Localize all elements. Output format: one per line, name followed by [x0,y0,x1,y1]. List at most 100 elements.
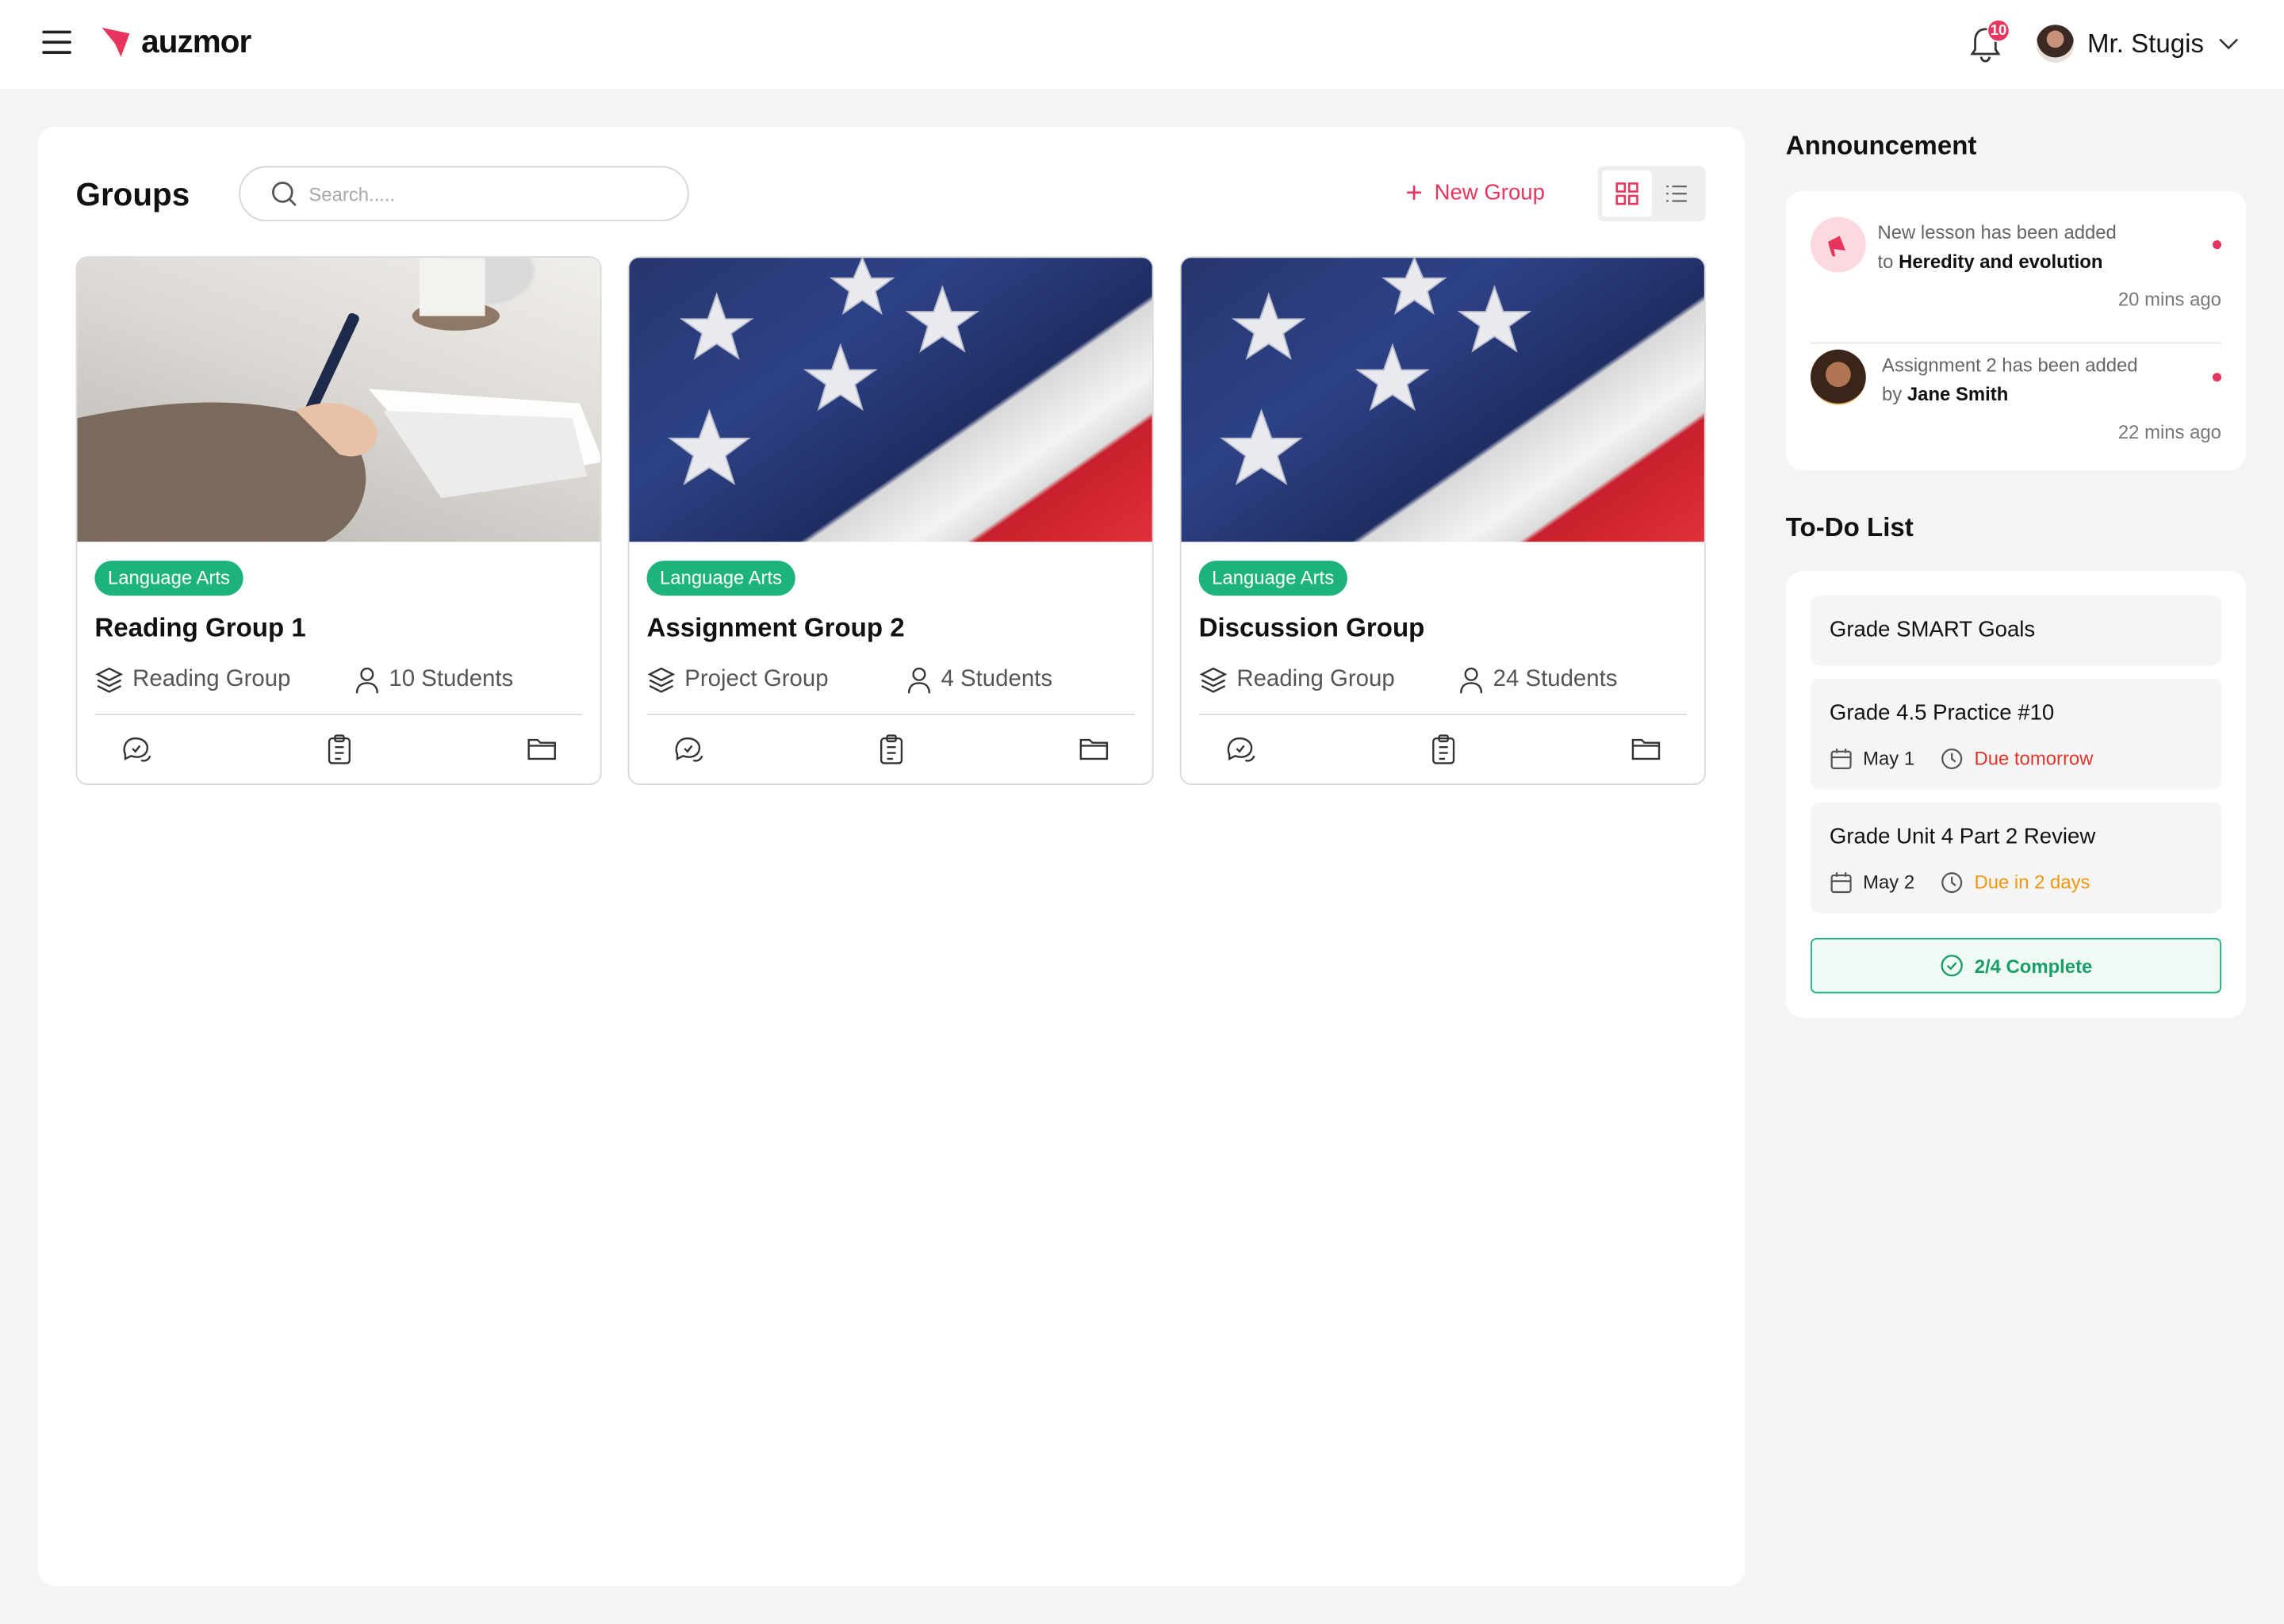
grid-icon [1615,182,1638,205]
chevron-down-icon [2219,38,2239,50]
group-type: Reading Group [94,665,290,696]
divider [1198,713,1687,715]
group-card[interactable]: Language Arts Reading Group 1 Reading Gr… [75,256,602,785]
menu-icon[interactable] [42,30,71,57]
layers-icon [647,667,676,693]
announcement-title: Announcement [1785,131,1977,161]
student-count-label: 4 Students [941,667,1053,692]
group-image [77,258,600,542]
groups-panel: Groups + New Group [37,126,1746,1587]
grid-view-button[interactable] [1602,170,1652,217]
plus-icon: + [1405,178,1423,210]
group-type: Reading Group [1199,665,1395,696]
clipboard-icon[interactable] [1428,733,1459,764]
announcement-prefix: by [1882,383,1903,405]
todo-item-date: May 1 [1863,747,1915,769]
clipboard-icon[interactable] [876,733,907,764]
unread-dot [2212,240,2221,250]
student-count: 24 Students [1458,665,1618,696]
announcement-item[interactable]: New lesson has been added to Heredity an… [1811,213,2221,344]
group-type-label: Project Group [684,667,829,692]
subject-tag: Language Arts [94,561,243,596]
todo-item[interactable]: Grade Unit 4 Part 2 Review May 2 Due in … [1811,802,2221,914]
group-title: Discussion Group [1198,613,1425,642]
chat-icon[interactable] [121,733,152,764]
divider [94,713,583,715]
unread-dot [2212,373,2221,382]
announcement-time: 22 mins ago [2117,420,2221,443]
user-menu[interactable]: Mr. Stugis [2036,23,2239,63]
announcement-item[interactable]: Assignment 2 has been added by Jane Smit… [1811,345,2221,476]
search-icon [272,182,297,206]
todo-item[interactable]: Grade 4.5 Practice #10 May 1 Due tomorro… [1811,678,2221,790]
todo-item[interactable]: Grade SMART Goals [1811,596,2221,666]
group-card[interactable]: Language Arts Assignment Group 2 Project… [627,256,1154,785]
todo-list: Grade SMART Goals Grade 4.5 Practice #10… [1785,570,2247,1018]
list-view-button[interactable] [1652,170,1701,217]
new-group-button[interactable]: + New Group [1405,178,1545,209]
group-card[interactable]: Language Arts Discussion Group Reading G… [1179,256,1706,785]
announcement-prefix: to [1877,250,1894,273]
avatar [1811,349,1866,405]
group-image [629,258,1152,542]
user-icon [1460,667,1483,694]
auzmor-logo-icon [102,27,130,57]
completion-status-button[interactable]: 2/4 Complete [1811,937,2221,994]
avatar [2036,25,2075,63]
clipboard-icon[interactable] [324,733,355,764]
group-image [1181,258,1704,542]
student-count-label: 10 Students [389,667,514,692]
group-cards: Language Arts Reading Group 1 Reading Gr… [75,256,1732,785]
announcement-text: Assignment 2 has been added [1882,354,2138,376]
announcement-time: 20 mins ago [2117,288,2221,311]
notification-count-badge: 10 [1987,18,2010,43]
student-count: 4 Students [906,665,1052,696]
todo-item-meta: May 2 Due in 2 days [1830,870,2090,896]
folder-icon[interactable] [526,733,558,764]
announcement-highlight[interactable]: Jane Smith [1907,383,2008,405]
new-group-label: New Group [1434,180,1545,205]
user-icon [907,667,931,694]
due-label: Due tomorrow [1974,747,2094,769]
student-count: 10 Students [354,665,513,696]
user-name: Mr. Stugis [2087,29,2204,59]
notifications-bell-icon[interactable]: 10 [1968,18,2010,65]
announcement-list: New lesson has been added to Heredity an… [1785,190,2247,471]
divider [646,713,1135,715]
group-title: Reading Group 1 [94,613,306,642]
announcement-highlight[interactable]: Heredity and evolution [1899,251,2102,273]
subject-tag: Language Arts [1198,561,1347,596]
clock-icon [1941,748,1963,769]
announcement-text: New lesson has been added [1877,221,2117,243]
todo-item-title: Grade 4.5 Practice #10 [1829,700,2055,726]
logo-text: auzmor [141,23,251,60]
due-label: Due in 2 days [1974,871,2090,893]
due-status: Due in 2 days [1941,870,2090,896]
todo-item-date: May 2 [1863,871,1915,893]
chat-icon[interactable] [1225,733,1257,764]
search-input[interactable] [308,182,659,205]
folder-icon[interactable] [1078,733,1109,764]
folder-icon[interactable] [1630,733,1661,764]
view-toggle [1597,166,1706,222]
completion-label: 2/4 Complete [1974,954,2093,977]
check-circle-icon [1940,955,1963,977]
group-type: Project Group [646,665,829,696]
logo[interactable]: auzmor [101,23,251,60]
todo-title: To-Do List [1785,512,1914,542]
chat-icon[interactable] [673,733,705,764]
page-title: Groups [75,176,190,213]
calendar-icon [1830,749,1852,769]
megaphone-icon [1811,216,1866,273]
todo-item-title: Grade Unit 4 Part 2 Review [1829,824,2096,849]
subject-tag: Language Arts [646,561,795,596]
todo-item-meta: May 1 Due tomorrow [1830,745,2093,772]
due-status: Due tomorrow [1941,745,2093,772]
student-count-label: 24 Students [1493,667,1618,692]
group-title: Assignment Group 2 [646,613,905,642]
calendar-icon [1830,872,1852,894]
todo-item-title: Grade SMART Goals [1829,617,2036,642]
group-type-label: Reading Group [132,667,291,692]
layers-icon [95,667,124,693]
search-box[interactable] [239,166,689,222]
